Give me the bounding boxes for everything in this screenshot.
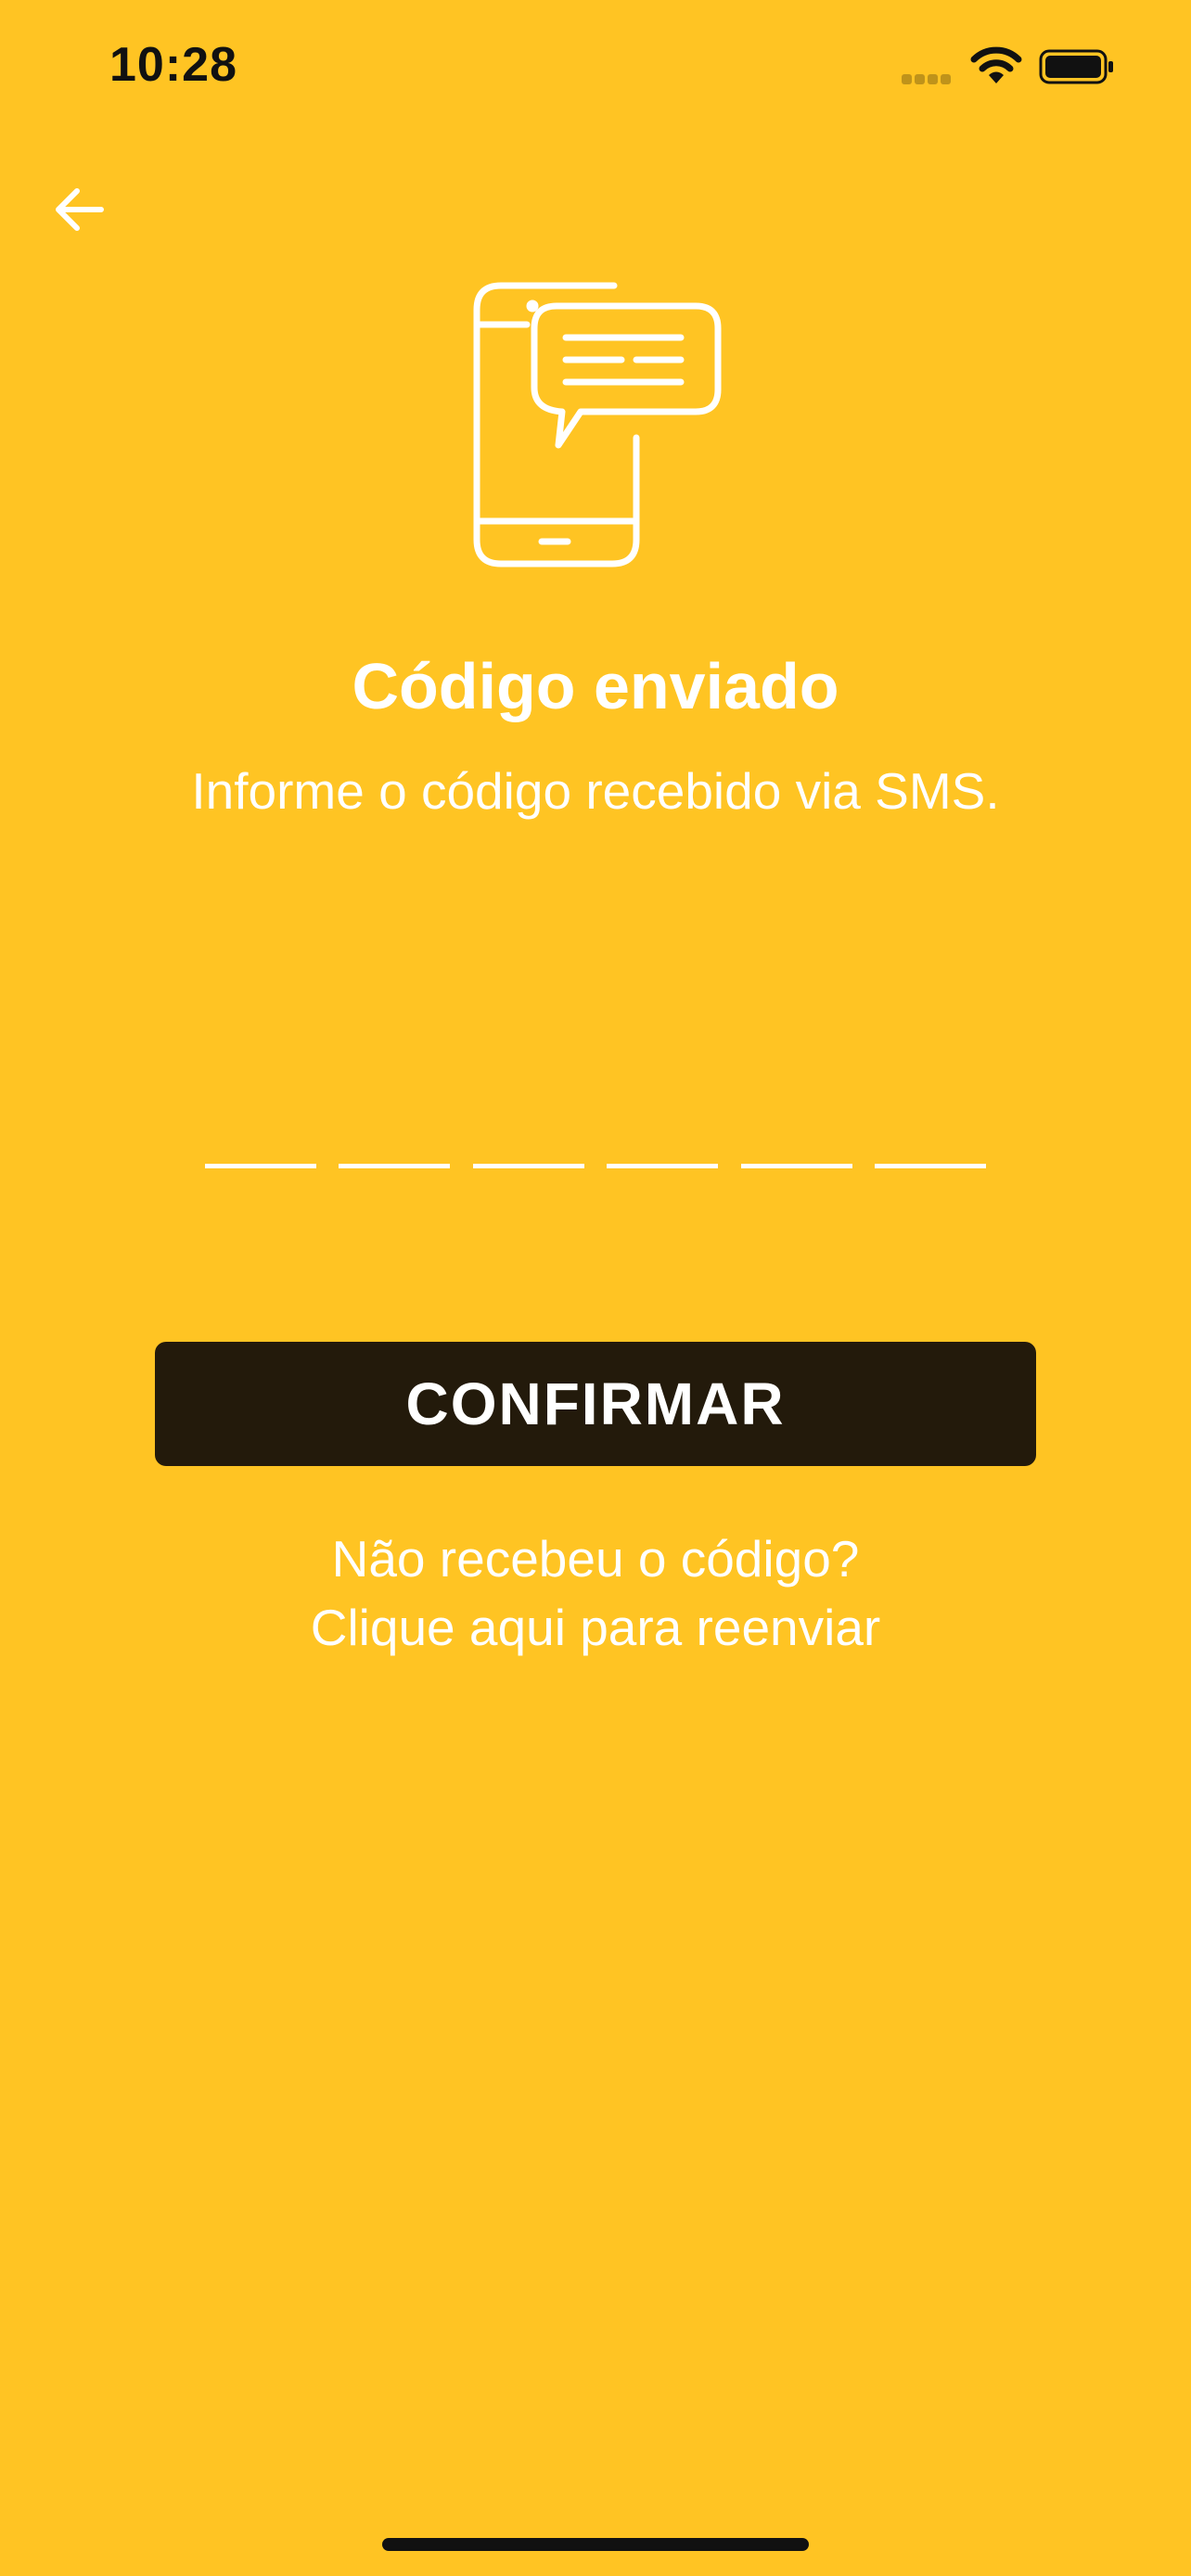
cellular-signal-icon <box>902 72 955 84</box>
resend-action-text: Clique aqui para reenviar <box>310 1599 881 1656</box>
home-indicator <box>382 2538 809 2551</box>
confirm-button[interactable]: CONFIRMAR <box>155 1342 1036 1466</box>
code-digit-5[interactable] <box>740 1094 852 1168</box>
page-subtitle: Informe o código recebido via SMS. <box>191 762 1000 820</box>
back-button[interactable] <box>41 174 117 245</box>
wifi-icon <box>970 46 1022 83</box>
code-digit-4[interactable] <box>607 1094 719 1168</box>
verification-code-input[interactable] <box>205 1094 986 1168</box>
code-digit-2[interactable] <box>339 1094 451 1168</box>
code-digit-1[interactable] <box>205 1094 316 1168</box>
code-digit-6[interactable] <box>874 1094 986 1168</box>
code-digit-3[interactable] <box>472 1094 584 1168</box>
phone-sms-icon <box>473 282 722 567</box>
resend-question-text: Não recebeu o código? <box>331 1530 860 1588</box>
status-time: 10:28 <box>109 38 237 92</box>
resend-code-link[interactable]: Não recebeu o código? Clique aqui para r… <box>0 1524 1191 1662</box>
status-bar: 10:28 <box>0 0 1191 139</box>
page-title: Código enviado <box>352 650 839 722</box>
battery-icon <box>1039 49 1113 84</box>
arrow-left-icon <box>56 188 104 231</box>
